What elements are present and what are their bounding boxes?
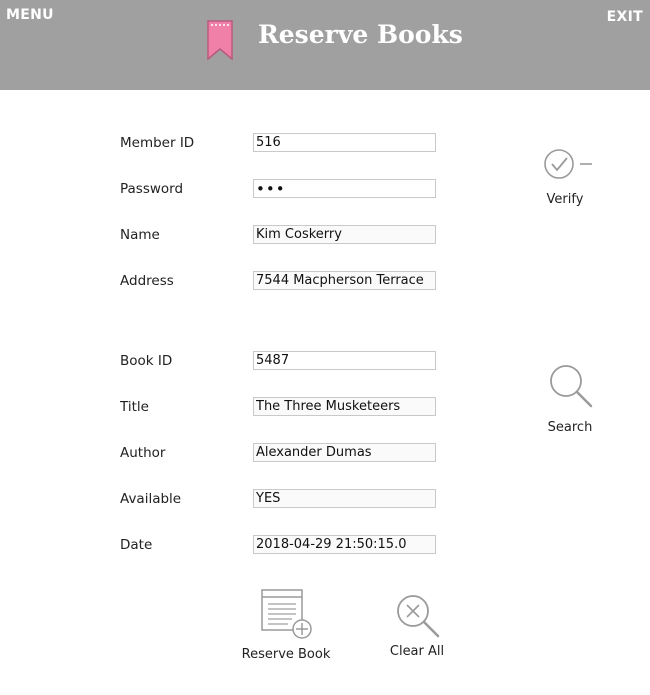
header-bar: MENU Reserve Books EXIT bbox=[0, 0, 650, 90]
clear-all-label: Clear All bbox=[389, 644, 445, 659]
magnifier-icon bbox=[550, 365, 593, 408]
address-label: Address bbox=[120, 273, 174, 289]
search-button[interactable]: Search bbox=[540, 362, 600, 435]
member-id-label: Member ID bbox=[120, 135, 195, 151]
date-label: Date bbox=[120, 537, 153, 553]
clear-all-button[interactable]: Clear All bbox=[385, 592, 449, 659]
password-label: Password bbox=[120, 181, 184, 197]
menu-button[interactable]: MENU bbox=[6, 7, 54, 23]
page-title: Reserve Books bbox=[258, 20, 463, 49]
verify-button[interactable]: Verify bbox=[540, 148, 596, 207]
member-id-field[interactable] bbox=[253, 133, 436, 152]
book-id-field[interactable] bbox=[253, 351, 436, 370]
name-field[interactable] bbox=[253, 225, 436, 244]
title-label: Title bbox=[120, 399, 149, 415]
verify-label: Verify bbox=[546, 192, 584, 207]
bookmark-icon bbox=[207, 20, 233, 61]
name-label: Name bbox=[120, 227, 160, 243]
title-field[interactable] bbox=[253, 397, 436, 416]
password-field[interactable] bbox=[253, 179, 436, 198]
author-label: Author bbox=[120, 445, 166, 461]
date-field[interactable] bbox=[253, 535, 436, 554]
magnifier-clear-icon bbox=[397, 595, 440, 638]
document-add-icon bbox=[261, 589, 312, 639]
address-field[interactable] bbox=[253, 271, 436, 290]
book-id-label: Book ID bbox=[120, 353, 173, 369]
author-field[interactable] bbox=[253, 443, 436, 462]
reserve-book-label: Reserve Book bbox=[241, 647, 331, 662]
exit-button[interactable]: EXIT bbox=[607, 9, 643, 25]
available-label: Available bbox=[120, 491, 182, 507]
search-label: Search bbox=[547, 420, 593, 435]
check-circle-icon bbox=[544, 149, 592, 179]
reserve-book-button[interactable]: Reserve Book bbox=[240, 588, 332, 662]
available-field[interactable] bbox=[253, 489, 436, 508]
